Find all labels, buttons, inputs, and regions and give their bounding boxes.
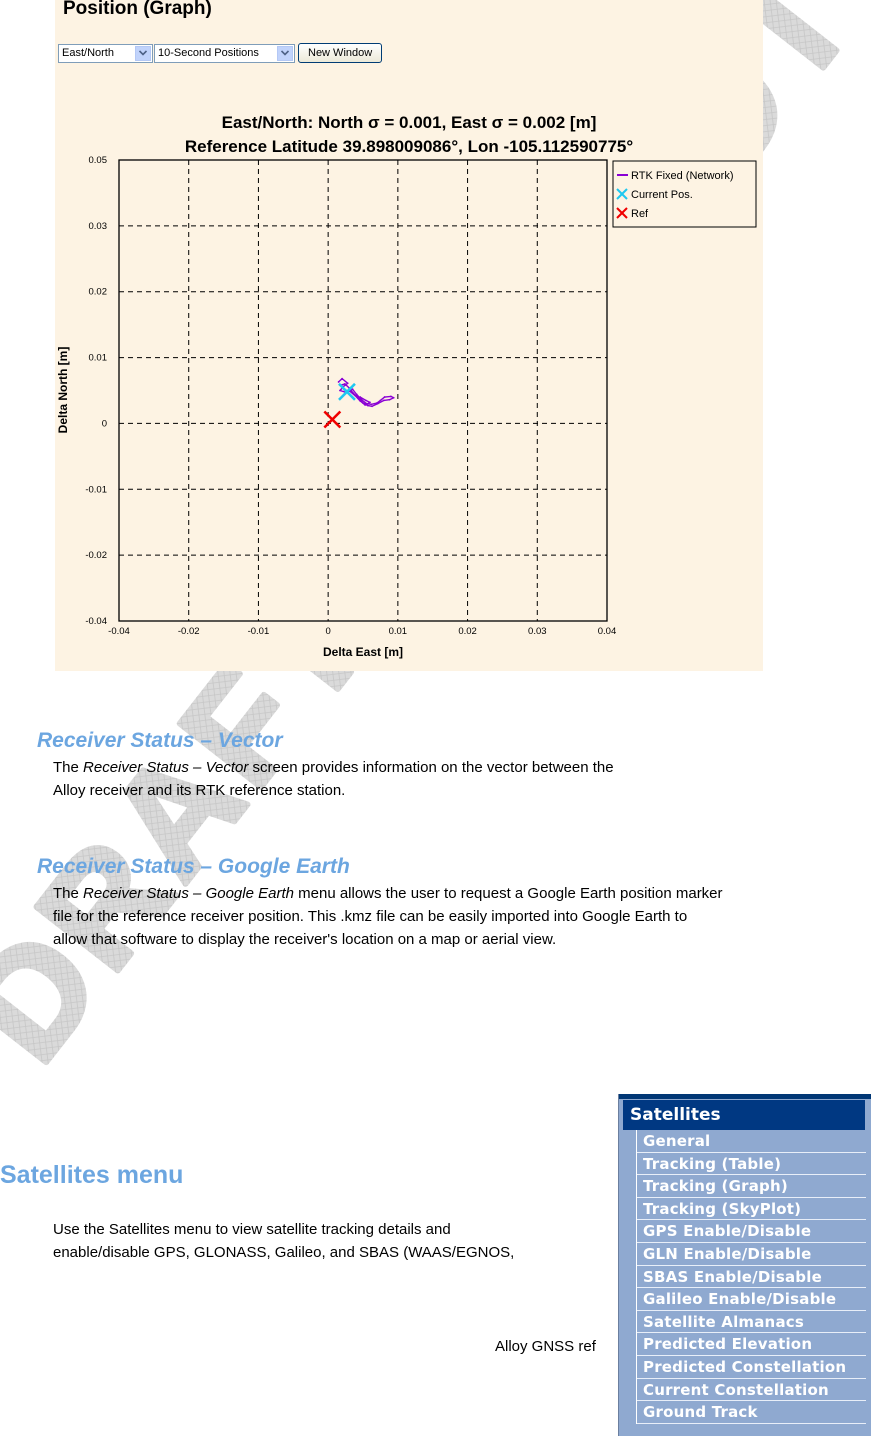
y-tick-label: 0.01	[89, 353, 108, 364]
section-heading-vector: Receiver Status – Vector	[37, 729, 283, 752]
x-tick-label: 0	[325, 626, 330, 637]
position-graph-panel: Position (Graph) East/North 10-Second Po…	[55, 0, 763, 671]
rtk-fixed-point	[352, 392, 355, 395]
italic-term: Receiver Status – Google Earth	[83, 885, 294, 902]
italic-term: Receiver Status – Vector	[83, 759, 249, 776]
x-tick-labels: -0.04 -0.02 -0.01 0 0.01 0.02 0.03 0.04	[108, 626, 616, 637]
menu-item-tracking-skyplot[interactable]: Tracking (SkyPlot)	[637, 1198, 866, 1221]
menu-item-tracking-table[interactable]: Tracking (Table)	[637, 1153, 866, 1176]
x-tick-label: 0.02	[458, 626, 477, 637]
y-tick-labels: 0.05 0.03 0.02 0.01 0 -0.01 -0.02 -0.04	[85, 155, 107, 627]
x-axis-label: Delta East [m]	[323, 645, 403, 659]
rtk-fixed-point	[366, 404, 369, 407]
y-tick-label: 0.03	[89, 221, 108, 232]
menu-item-general[interactable]: General	[637, 1130, 866, 1153]
menu-item-predicted-constellation[interactable]: Predicted Constellation	[637, 1356, 866, 1379]
rtk-fixed-point	[359, 396, 362, 398]
chart-legend: RTK Fixed (Network) Current Pos. Ref	[612, 160, 757, 228]
rtk-fixed-point	[389, 395, 392, 398]
rtk-fixed-point	[346, 382, 349, 385]
x-tick-label: -0.04	[108, 626, 130, 637]
rtk-fixed-point	[371, 405, 373, 408]
y-tick-label: 0.02	[89, 287, 108, 298]
rtk-fixed-point	[388, 398, 391, 401]
legend-label: Current Pos.	[631, 189, 693, 201]
rtk-fixed-point	[341, 377, 343, 380]
y-tick-label: 0.05	[89, 155, 108, 166]
page-footer: Alloy GNSS ref	[495, 1338, 596, 1355]
x-tick-label: 0.04	[598, 626, 617, 637]
legend-label: RTK Fixed (Network)	[631, 170, 733, 182]
body-line: enable/disable GPS, GLONASS, Galileo, an…	[53, 1244, 515, 1261]
rtk-fixed-point	[357, 396, 360, 399]
menu-item-ground-track[interactable]: Ground Track	[637, 1401, 866, 1424]
menu-item-tracking-graph[interactable]: Tracking (Graph)	[637, 1175, 866, 1198]
plot-frame	[118, 159, 608, 622]
text-run: The	[53, 885, 84, 902]
menu-header-satellites[interactable]: Satellites	[623, 1100, 865, 1130]
body-line: allow that software to display the recei…	[53, 931, 557, 948]
rtk-fixed-point	[354, 394, 357, 397]
rtk-fixed-point	[364, 404, 366, 406]
y-axis-label: Delta North [m]	[56, 347, 70, 434]
section-body-vector: The Receiver Status – Vector screen prov…	[53, 756, 614, 802]
grid-lines	[119, 160, 607, 621]
menu-item-predicted-elevation[interactable]: Predicted Elevation	[637, 1333, 866, 1356]
section-heading-google-earth: Receiver Status – Google Earth	[37, 855, 350, 878]
rtk-fixed-point	[364, 399, 367, 402]
rtk-fixed-point	[359, 400, 362, 402]
rtk-fixed-point	[370, 403, 373, 406]
ref-marker	[323, 410, 342, 429]
menu-item-current-constellation[interactable]: Current Constellation	[637, 1379, 866, 1402]
rtk-fixed-point	[369, 401, 371, 404]
menu-items: General Tracking (Table) Tracking (Graph…	[636, 1130, 866, 1424]
menu-item-galileo-enable[interactable]: Galileo Enable/Disable	[637, 1288, 866, 1311]
text-run: The	[53, 759, 84, 776]
body-line: Use the Satellites menu to view satellit…	[53, 1221, 451, 1238]
rtk-fixed-point	[355, 393, 358, 396]
x-tick-label: -0.02	[178, 626, 200, 637]
y-tick-label: -0.02	[85, 550, 107, 561]
legend-item: RTK Fixed (Network)	[617, 170, 733, 182]
text-run: menu allows the user to request a Google…	[293, 885, 723, 902]
x-tick-label: 0.03	[528, 626, 547, 637]
body-line: The Receiver Status – Google Earth menu …	[53, 882, 873, 905]
rtk-fixed-point	[392, 396, 395, 399]
rtk-fixed-point	[362, 402, 364, 404]
y-tick-label: -0.01	[85, 484, 107, 495]
position-scatter-chart: -0.04 -0.02 -0.01 0 0.01 0.02 0.03 0.04 0.050.0…	[56, 155, 757, 659]
rtk-fixed-point	[339, 389, 341, 392]
satellites-menu-body: Use the Satellites menu to view satellit…	[53, 1218, 514, 1264]
data-marks	[323, 377, 395, 429]
rtk-fixed-point	[365, 402, 368, 405]
menu-item-satellite-almanacs[interactable]: Satellite Almanacs	[637, 1311, 866, 1334]
body-line: file for the reference receiver position…	[53, 908, 688, 925]
menu-item-sbas-enable[interactable]: SBAS Enable/Disable	[637, 1266, 866, 1289]
text-run: screen provides information on the vecto…	[248, 759, 614, 776]
x-tick-label: -0.01	[248, 626, 270, 637]
x-tick-label: 0.01	[389, 626, 408, 637]
rtk-fixed-point	[379, 399, 382, 402]
menu-item-gln-enable[interactable]: GLN Enable/Disable	[637, 1243, 866, 1266]
menu-top-bar	[619, 1094, 871, 1099]
rtk-fixed-point	[337, 381, 340, 383]
menu-item-gps-enable[interactable]: GPS Enable/Disable	[637, 1220, 866, 1243]
rtk-fixed-point	[383, 396, 386, 398]
satellites-menu-heading: Satellites menu	[0, 1161, 184, 1189]
rtk-fixed-point	[376, 402, 379, 405]
rtk-fixed-point	[360, 398, 363, 401]
rtk-fixed-point	[383, 399, 385, 402]
y-tick-label: 0	[102, 418, 107, 429]
section-body-google-earth: The Receiver Status – Google Earth menu …	[53, 882, 873, 951]
body-line: The Receiver Status – Vector screen prov…	[53, 756, 614, 779]
satellites-nav-menu: Satellites General Tracking (Table) Trac…	[618, 1094, 871, 1436]
y-tick-label: -0.04	[85, 616, 107, 627]
rtk-fixed-point	[343, 383, 346, 385]
body-line: Alloy receiver and its RTK reference sta…	[53, 782, 346, 799]
legend-label: Ref	[631, 208, 649, 220]
